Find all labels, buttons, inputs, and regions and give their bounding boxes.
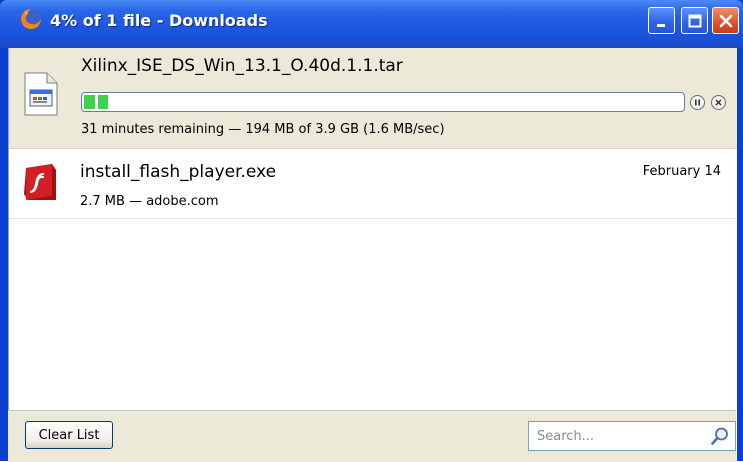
search-icon[interactable] [710, 426, 730, 446]
generic-file-icon [24, 72, 58, 116]
cancel-button[interactable] [711, 95, 726, 110]
window-title: 4% of 1 file - Downloads [50, 11, 268, 30]
downloads-list: Xilinx_ISE_DS_Win_13.1_O.40d.1.1.tar 31 … [8, 48, 737, 461]
download-progress-bar [81, 92, 685, 112]
cancel-icon [715, 99, 722, 106]
downloads-window: 4% of 1 file - Downloads Xilinx_ISE_DS_W… [0, 0, 743, 462]
download-status: 2.7 MB — adobe.com [80, 194, 219, 209]
minimize-button[interactable] [648, 7, 675, 34]
title-bar[interactable]: 4% of 1 file - Downloads [0, 0, 743, 48]
maximize-button[interactable] [681, 7, 708, 34]
download-filename: install_flash_player.exe [80, 162, 277, 182]
clear-list-button[interactable]: Clear List [25, 421, 113, 449]
close-icon [719, 14, 732, 27]
pause-button[interactable] [690, 95, 705, 110]
download-item-active[interactable]: Xilinx_ISE_DS_Win_13.1_O.40d.1.1.tar 31 … [9, 48, 737, 149]
download-filename: Xilinx_ISE_DS_Win_13.1_O.40d.1.1.tar [81, 56, 403, 76]
flash-icon [24, 164, 56, 200]
search-box[interactable] [528, 421, 736, 451]
close-button[interactable] [712, 7, 739, 34]
minimize-icon [656, 23, 665, 27]
download-date: February 14 [642, 164, 721, 179]
maximize-icon [688, 14, 701, 27]
firefox-icon [21, 9, 41, 29]
clear-list-label: Clear List [38, 427, 100, 443]
progress-fill [84, 95, 108, 109]
search-input[interactable] [529, 422, 699, 450]
download-status: 31 minutes remaining — 194 MB of 3.9 GB … [81, 122, 445, 137]
footer-bar: Clear List [8, 410, 736, 462]
pause-icon [695, 99, 700, 106]
